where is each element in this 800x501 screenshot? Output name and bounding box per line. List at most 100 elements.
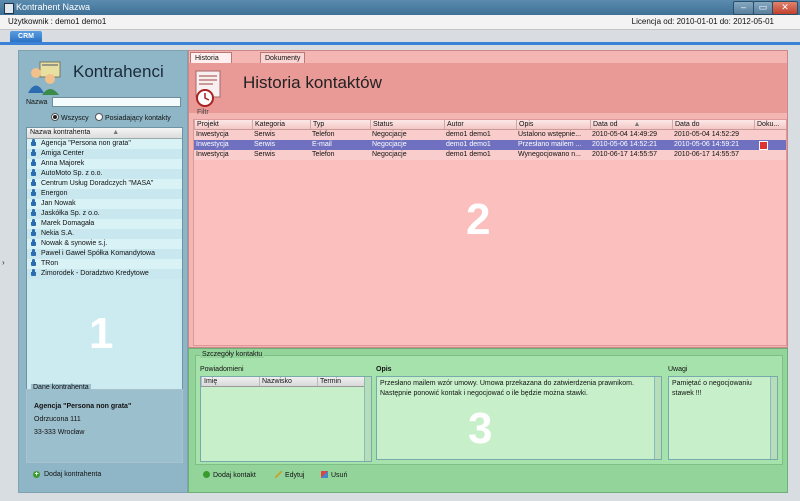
history-header: Historia kontaktów — [189, 63, 787, 113]
person-icon — [31, 139, 36, 146]
delete-icon — [321, 471, 328, 478]
add-icon: + — [33, 471, 40, 478]
cell-date-to: 2010-05-04 14:52:29 — [674, 131, 739, 138]
close-button[interactable]: ✕ — [772, 1, 798, 15]
list-item[interactable]: Paweł i Gaweł Spółka Komandytowa — [27, 249, 182, 259]
contractors-panel: Kontrahenci Nazwa Wszyscy Posiadający ko… — [18, 50, 188, 493]
panel-number-3: 3 — [468, 404, 493, 453]
list-item[interactable]: AutoMoto Sp. z o.o. — [27, 169, 182, 179]
cell-project: Inwestycja — [196, 151, 229, 158]
person-icon — [31, 219, 36, 226]
col-date-to[interactable]: Data do — [672, 120, 754, 129]
list-item-label: Nekia S.A. — [41, 230, 75, 237]
list-header-label: Nazwa kontrahenta — [30, 129, 91, 136]
list-item[interactable]: Centrum Usług Doradczych "MASA" — [27, 179, 182, 189]
person-icon — [31, 179, 36, 186]
cell-date-from: 2010-06-17 14:55:57 — [592, 151, 657, 158]
expand-sidebar-icon[interactable]: › — [2, 258, 5, 267]
list-header[interactable]: Nazwa kontrahenta ▲ — [27, 128, 182, 139]
list-item[interactable]: Amiga Center — [27, 149, 182, 159]
details-label: Dane kontrahenta — [31, 384, 91, 391]
notify-grid-header: Imię Nazwisko Termin — [201, 377, 371, 387]
list-item-label: Amiga Center — [41, 150, 84, 157]
sort-icon: ▲ — [112, 129, 120, 136]
radio-checked-icon — [51, 113, 59, 121]
list-item[interactable]: Nowak & synowie s.j. — [27, 239, 182, 249]
radio-unchecked-icon — [95, 113, 103, 121]
person-icon — [31, 269, 36, 276]
scrollbar[interactable] — [654, 377, 661, 459]
app-window: Kontrahent Nazwa – ▭ ✕ Użytkownik : demo… — [0, 0, 800, 501]
edit-label: Edytuj — [285, 472, 305, 479]
panel-number-1: 1 — [89, 309, 114, 358]
cell-type: Telefon — [312, 151, 335, 158]
edit-button[interactable]: Edytuj — [275, 471, 304, 479]
person-icon — [31, 239, 36, 246]
description-textarea[interactable]: Przesłano mailem wzór umowy. Umowa przek… — [376, 376, 662, 460]
col-type[interactable]: Typ — [310, 120, 370, 129]
cell-date-to: 2010-05-06 14:59:21 — [674, 141, 739, 148]
person-icon — [31, 209, 36, 216]
pdf-document-icon[interactable] — [759, 141, 768, 150]
notify-grid[interactable]: Imię Nazwisko Termin — [200, 376, 372, 462]
list-item[interactable]: Agencja "Persona non grata" — [27, 139, 182, 149]
list-item-label: Centrum Usług Doradczych "MASA" — [41, 180, 154, 187]
col-project[interactable]: Projekt — [194, 120, 252, 129]
table-row[interactable]: Inwestycja Serwis E-mail Negocjacje demo… — [194, 140, 786, 150]
user-label: Użytkownik : demo1 demo1 — [8, 17, 107, 26]
list-item[interactable]: Energon — [27, 189, 182, 199]
scrollbar[interactable] — [770, 377, 777, 459]
notes-textarea[interactable]: Pamiętać o negocjowaniu stawek !!! — [668, 376, 778, 460]
grid-header: Projekt Kategoria Typ Status Autor Opis … — [194, 120, 786, 130]
add-icon — [203, 471, 210, 478]
cell-category: Serwis — [254, 151, 276, 158]
list-item-label: Jaskółka Sp. z o.o. — [41, 210, 100, 217]
col-documents[interactable]: Doku... — [754, 120, 786, 129]
col-date-from[interactable]: Data od ▲ — [590, 120, 672, 129]
radio-all[interactable]: Wszyscy — [51, 113, 89, 122]
list-item[interactable]: TRon — [27, 259, 182, 269]
col-last-name[interactable]: Nazwisko — [259, 377, 316, 386]
col-author[interactable]: Autor — [444, 120, 516, 129]
table-row[interactable]: Inwestycja Serwis Telefon Negocjacje dem… — [194, 150, 786, 160]
person-icon — [31, 259, 36, 266]
list-item[interactable]: Zimorodek - Doradztwo Kredytowe — [27, 269, 182, 279]
description-label: Opis — [376, 366, 392, 373]
delete-button[interactable]: Usuń — [321, 471, 347, 479]
list-item[interactable]: Nekia S.A. — [27, 229, 182, 239]
history-grid[interactable]: Projekt Kategoria Typ Status Autor Opis … — [193, 119, 787, 346]
sort-icon: ▲ — [633, 121, 641, 128]
scrollbar[interactable] — [364, 377, 371, 461]
tab-underline — [0, 42, 800, 45]
cell-type: Telefon — [312, 131, 335, 138]
col-description[interactable]: Opis — [516, 120, 590, 129]
list-item[interactable]: Jaskółka Sp. z o.o. — [27, 209, 182, 219]
list-item[interactable]: Anna Majorek — [27, 159, 182, 169]
list-item[interactable]: Marek Domagała — [27, 219, 182, 229]
person-icon — [31, 159, 36, 166]
panel-title: Kontrahenci — [73, 62, 164, 81]
col-category[interactable]: Kategoria — [252, 120, 310, 129]
col-deadline[interactable]: Termin — [317, 377, 370, 386]
person-icon — [31, 149, 36, 156]
cell-category: Serwis — [254, 141, 276, 148]
col-first-name[interactable]: Imię — [201, 377, 258, 386]
table-row[interactable]: Inwestycja Serwis Telefon Negocjacje dem… — [194, 130, 786, 140]
search-input[interactable] — [52, 97, 181, 107]
list-item[interactable]: Jan Nowak — [27, 199, 182, 209]
contact-details-panel: Szczegóły kontaktu Powiadomieni Imię Naz… — [188, 348, 788, 493]
radio-with-contacts[interactable]: Posiadający kontakty — [95, 113, 171, 122]
cell-status: Negocjacje — [372, 151, 407, 158]
person-icon — [31, 199, 36, 206]
tab-crm[interactable]: CRM — [10, 31, 42, 42]
maximize-button[interactable]: ▭ — [753, 1, 773, 15]
filter-label[interactable]: Filtr — [197, 109, 209, 116]
cell-description: Wynegocjowano n... — [518, 151, 581, 158]
add-contact-button[interactable]: Dodaj kontakt — [203, 471, 256, 479]
minimize-button[interactable]: – — [733, 1, 754, 15]
cell-author: demo1 demo1 — [446, 151, 491, 158]
col-status[interactable]: Status — [370, 120, 444, 129]
add-contractor-button[interactable]: + Dodaj kontrahenta — [33, 471, 101, 478]
info-bar: Użytkownik : demo1 demo1 Licencja od: 20… — [0, 15, 800, 30]
person-icon — [31, 249, 36, 256]
